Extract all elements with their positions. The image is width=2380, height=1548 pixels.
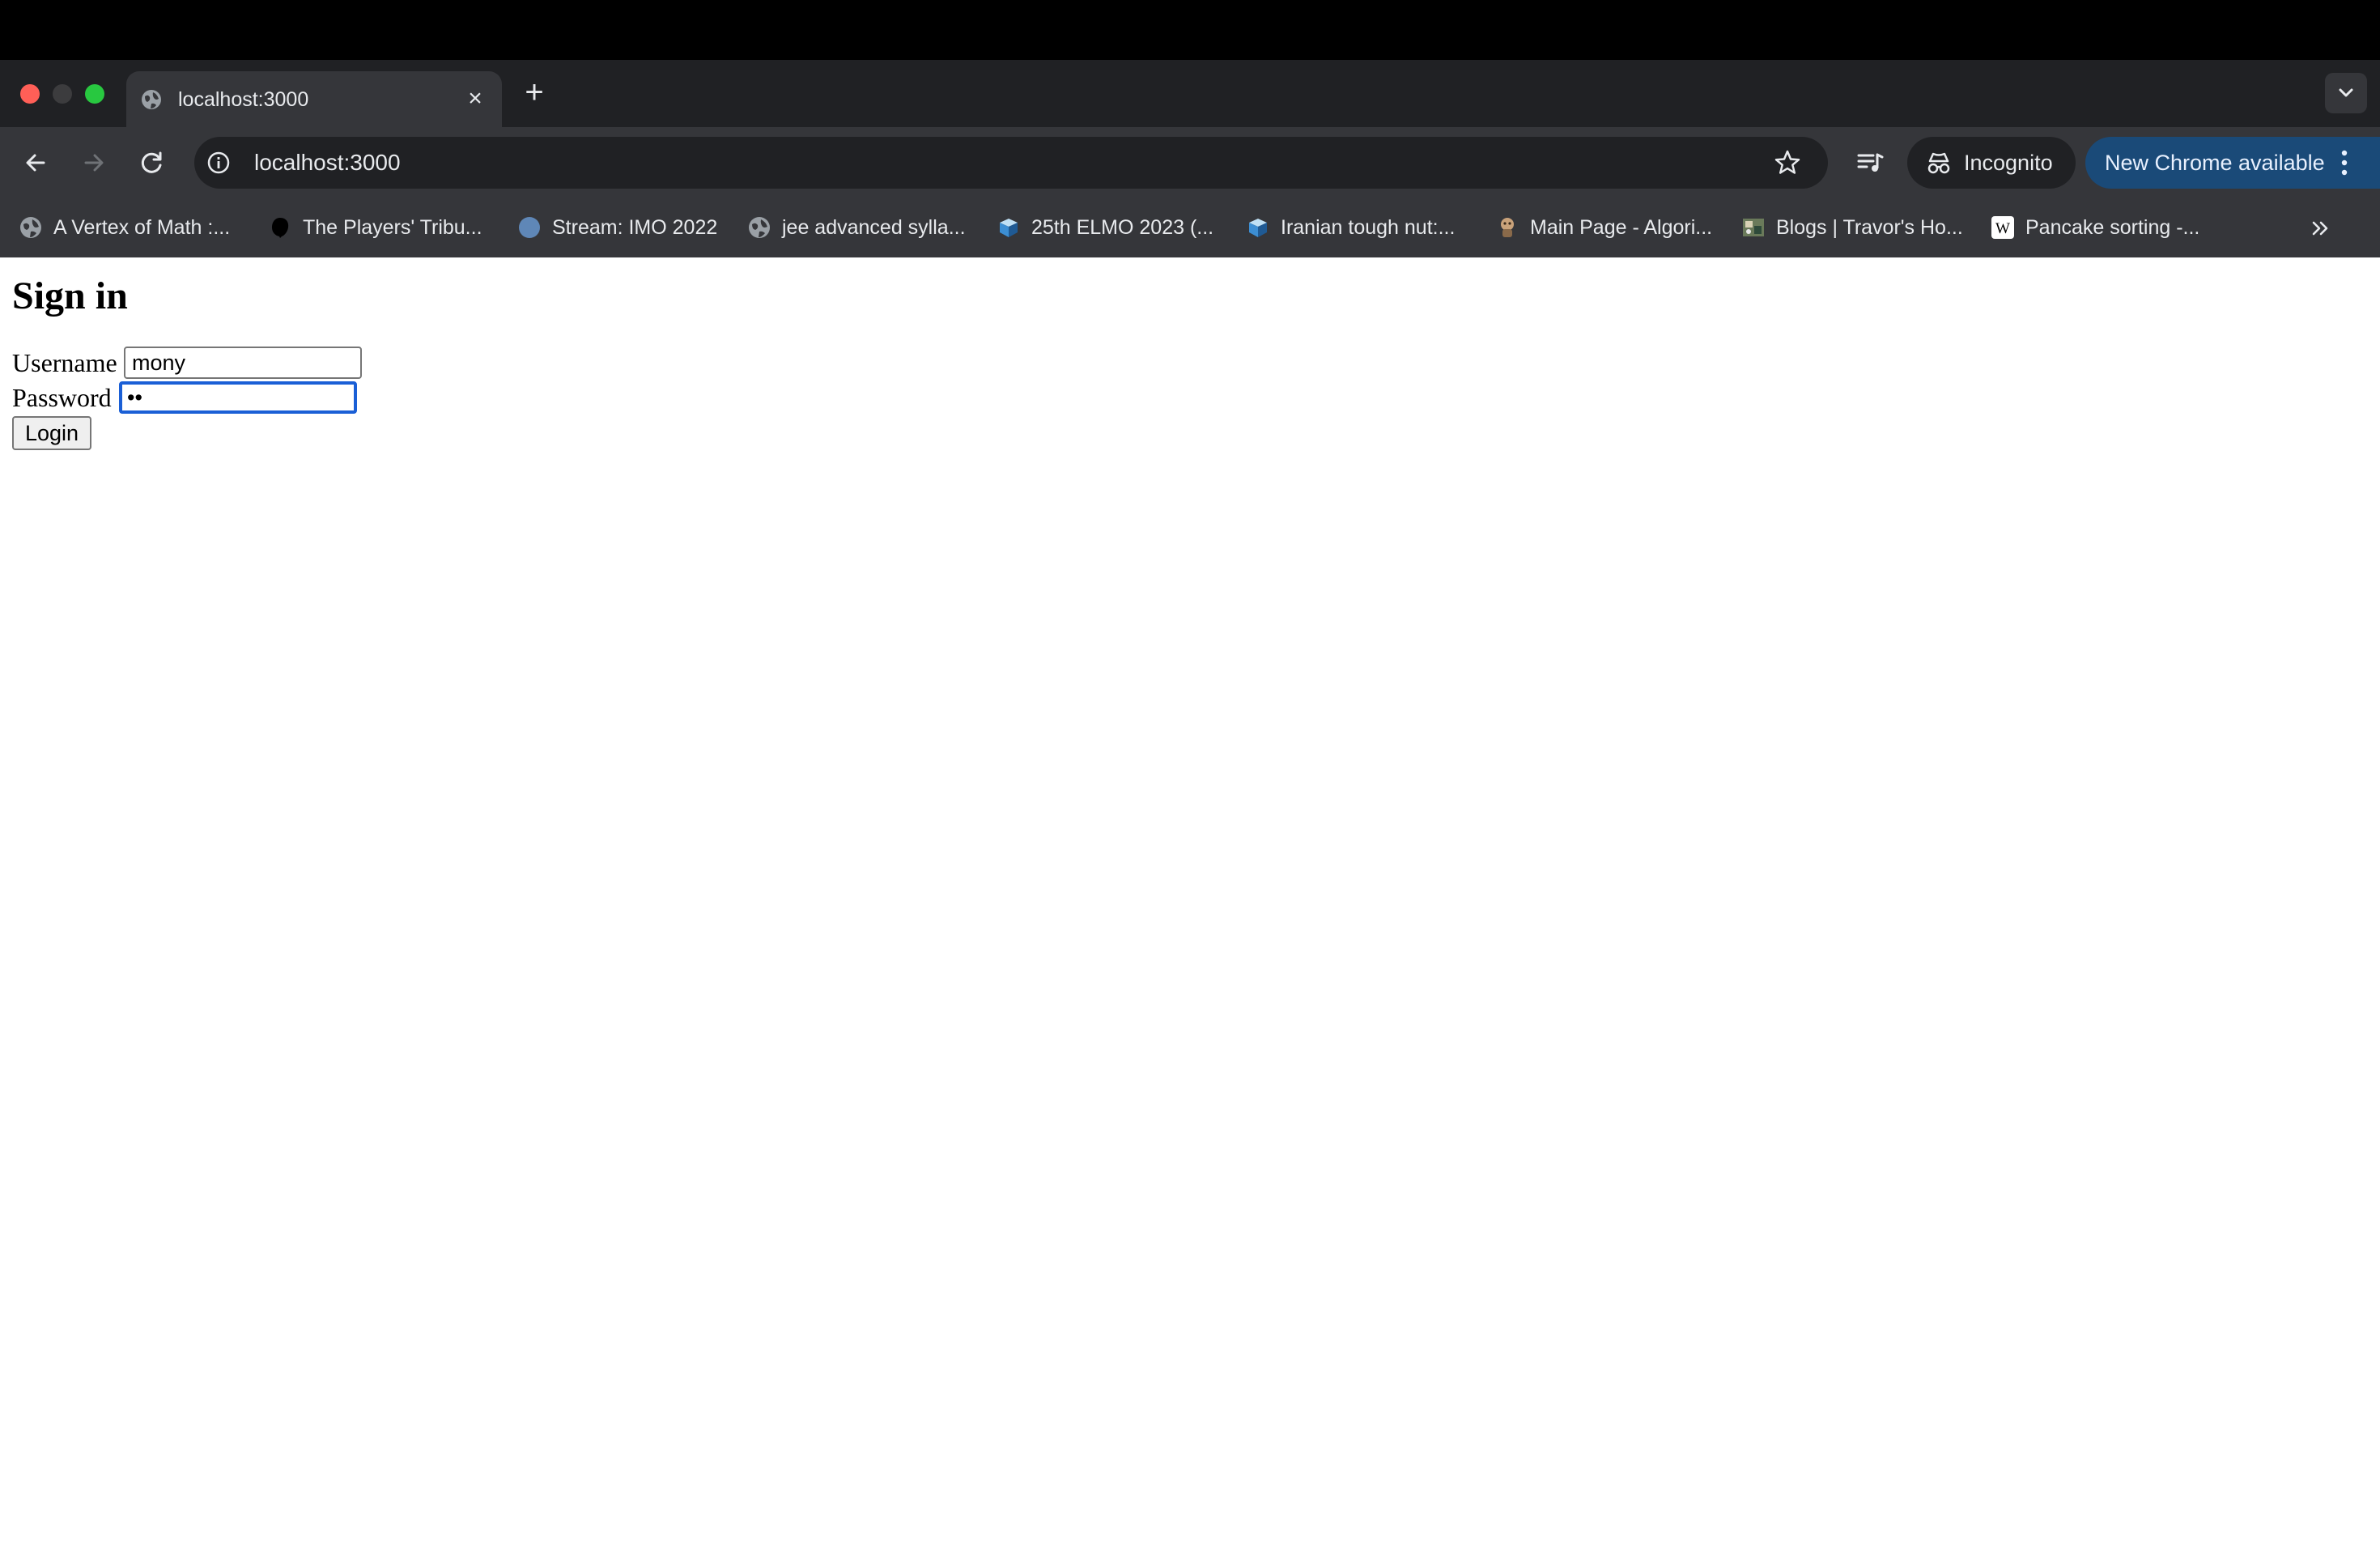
bookmark-label: 25th ELMO 2023 (... (1031, 216, 1214, 239)
blog-thumbnail-icon (1743, 219, 1764, 236)
aops-cube-icon (1000, 219, 1018, 237)
password-label: Password (12, 383, 112, 412)
bookmark-label: A Vertex of Math :... (53, 216, 231, 239)
reload-icon[interactable] (134, 145, 170, 181)
incognito-indicator[interactable]: Incognito (1907, 137, 2076, 189)
back-arrow-icon[interactable] (18, 145, 53, 181)
username-field[interactable]: mony (124, 347, 362, 379)
bookmark-label: jee advanced sylla... (782, 216, 966, 239)
tab-search-button[interactable] (2325, 73, 2367, 113)
incognito-icon (1927, 152, 1950, 174)
login-button[interactable]: Login (12, 416, 91, 450)
forward-arrow-icon[interactable] (76, 145, 112, 181)
globe-icon (142, 90, 161, 109)
media-controls-icon[interactable] (1852, 145, 1888, 181)
bookmark-item[interactable]: Blogs | Travor's Ho... (1742, 210, 1963, 245)
close-window-button[interactable] (20, 84, 40, 104)
update-chrome-button[interactable]: New Chrome available (2085, 137, 2380, 189)
address-bar[interactable]: localhost:3000 (194, 137, 1828, 189)
url-text: localhost:3000 (254, 150, 401, 175)
bookmark-label: Main Page - Algori... (1530, 216, 1713, 239)
bookmark-item[interactable]: W Pancake sorting -... (1991, 210, 2199, 245)
algorithmica-icon (1501, 218, 1514, 237)
new-tab-icon[interactable]: + (518, 76, 550, 108)
username-label: Username (12, 348, 117, 377)
bookmark-item[interactable]: Main Page - Algori... (1496, 210, 1712, 245)
bookmark-item[interactable]: Iranian tough nut:... (1247, 210, 1455, 245)
chevron-double-right-icon[interactable] (2306, 214, 2335, 243)
aops-cube-icon (1249, 219, 1267, 237)
players-tribune-icon (272, 218, 289, 238)
zoom-window-button[interactable] (85, 84, 104, 104)
site-info-icon[interactable] (206, 150, 232, 176)
globe-icon (749, 217, 770, 238)
bookmark-label: Iranian tough nut:... (1281, 216, 1456, 239)
incognito-label: Incognito (1964, 151, 2053, 175)
bookmark-item[interactable]: A Vertex of Math :... (19, 210, 230, 245)
globe-icon (20, 217, 41, 238)
zulip-icon (519, 217, 540, 238)
wikipedia-icon: W (1991, 216, 2014, 239)
bookmark-label: Stream: IMO 2022 (552, 216, 718, 239)
kebab-menu-icon[interactable] (2338, 147, 2351, 179)
close-tab-icon[interactable]: × (461, 85, 489, 113)
page-title: Sign in (12, 274, 128, 317)
window-top-bar (0, 0, 2380, 60)
bookmark-label: The Players' Tribu... (303, 216, 482, 239)
chevron-down-icon (2339, 88, 2353, 97)
bookmark-label: Pancake sorting -... (2025, 216, 2200, 239)
bookmark-item[interactable]: jee advanced sylla... (748, 210, 966, 245)
bookmark-label: Blogs | Travor's Ho... (1776, 216, 1963, 239)
bookmark-star-icon[interactable] (1773, 148, 1802, 177)
web-page: Sign in Username mony Password •• Login (0, 257, 2380, 1548)
tab-title: localhost:3000 (178, 88, 309, 111)
minimize-window-button[interactable] (53, 84, 72, 104)
bookmark-item[interactable]: Stream: IMO 2022 (518, 210, 717, 245)
update-label: New Chrome available (2105, 151, 2325, 175)
svg-text:W: W (1995, 220, 2010, 237)
tab-active[interactable]: localhost:3000 × (126, 71, 502, 127)
password-field[interactable]: •• (119, 381, 357, 414)
bookmark-item[interactable]: 25th ELMO 2023 (... (997, 210, 1213, 245)
bookmark-item[interactable]: The Players' Tribu... (269, 210, 482, 245)
